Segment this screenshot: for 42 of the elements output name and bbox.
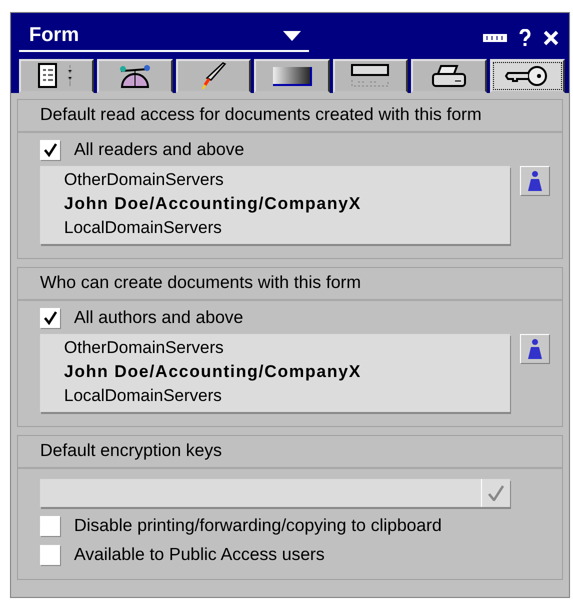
field-box-icon [350, 64, 390, 88]
protractor-icon [118, 63, 152, 89]
checkmark-icon [487, 485, 505, 501]
name-entry[interactable]: John Doe/Accounting/CompanyX [64, 360, 510, 384]
name-entry[interactable]: LocalDomainServers [64, 216, 510, 240]
person-icon [528, 338, 542, 360]
names-list[interactable]: OtherDomainServers John Doe/Accounting/CompanyX LocalDomainServers [40, 334, 510, 412]
checkbox[interactable] [40, 140, 60, 160]
section-heading: Default encryption keys [18, 436, 562, 469]
checkbox[interactable] [40, 516, 60, 536]
minimize-icon[interactable] [483, 34, 507, 42]
tab[interactable] [254, 59, 330, 93]
section-heading: Who can create documents with this form [18, 268, 562, 301]
checkbox-label: Available to Public Access users [74, 544, 325, 565]
address-book-button[interactable] [520, 334, 550, 364]
checkbox-label: All authors and above [74, 307, 244, 328]
name-entry[interactable]: John Doe/Accounting/CompanyX [64, 192, 510, 216]
form-selector[interactable]: Form [19, 24, 309, 52]
dropdown-arrow-icon[interactable] [283, 30, 301, 40]
name-entry[interactable]: LocalDomainServers [64, 384, 510, 408]
printer-icon [430, 64, 467, 88]
names-list[interactable]: OtherDomainServers John Doe/Accounting/CompanyX LocalDomainServers [40, 166, 510, 244]
tab[interactable] [176, 59, 252, 93]
checkbox[interactable] [40, 308, 60, 328]
help-icon[interactable] [519, 29, 531, 47]
tab[interactable] [19, 59, 94, 93]
address-book-button[interactable] [520, 166, 550, 196]
gradient-swatch-icon [272, 66, 312, 86]
close-icon[interactable] [543, 30, 559, 46]
checkbox-label: Disable printing/forwarding/copying to clipboard [74, 515, 442, 536]
section-heading: Default read access for documents created with this form [18, 100, 562, 133]
name-entry[interactable]: OtherDomainServers [64, 336, 510, 360]
tab[interactable] [332, 59, 408, 93]
tab[interactable] [490, 59, 565, 93]
encryption-keys-field[interactable] [40, 479, 510, 507]
name-entry[interactable]: OtherDomainServers [64, 168, 510, 192]
tab[interactable] [411, 59, 487, 93]
key-icon [505, 65, 550, 87]
checkbox[interactable] [40, 544, 60, 564]
checkbox-label: All readers and above [74, 139, 244, 160]
person-icon [528, 170, 542, 192]
tab[interactable] [97, 59, 173, 93]
